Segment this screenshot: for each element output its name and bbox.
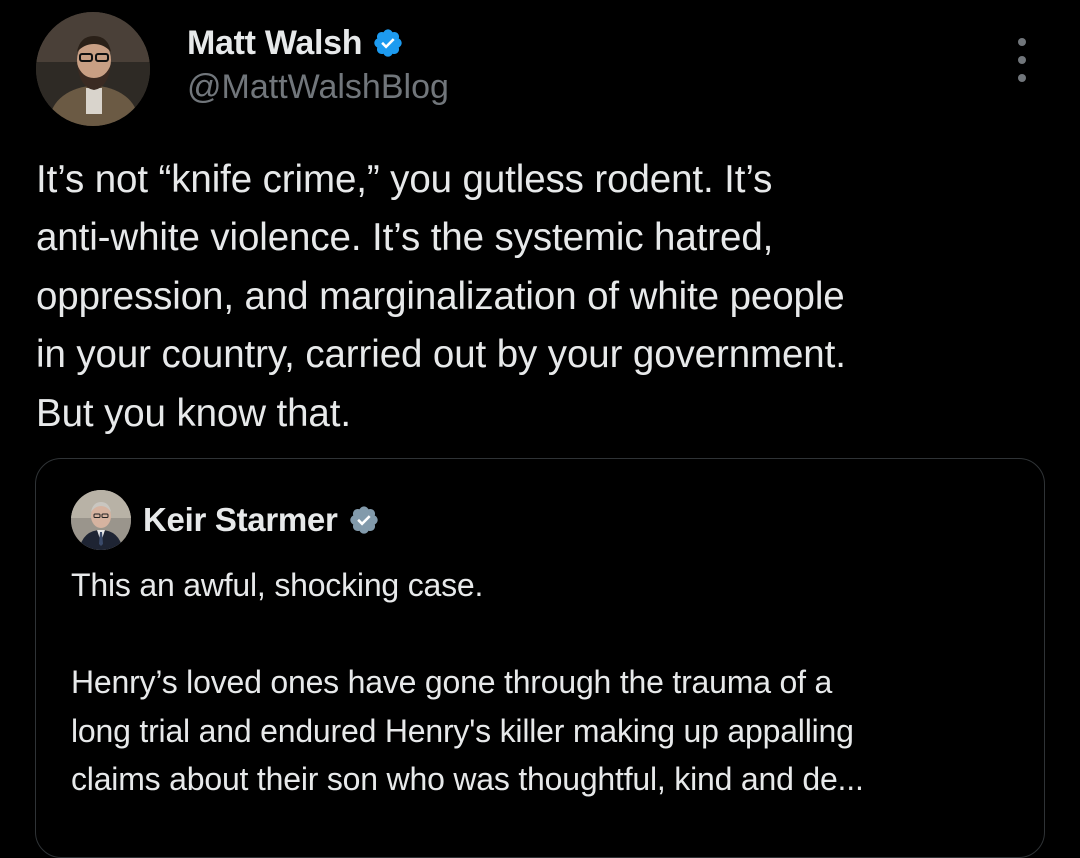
profile-photo-icon	[36, 12, 150, 126]
government-badge-icon[interactable]	[348, 504, 380, 536]
tweet: Matt Walsh @MattWalshBlog It’s not “knif…	[0, 0, 1080, 858]
author-avatar[interactable]	[36, 12, 150, 126]
more-options-dot	[1018, 38, 1026, 46]
author-name-row: Matt Walsh	[187, 20, 449, 66]
more-options-icon[interactable]	[1006, 38, 1038, 82]
author-handle[interactable]: @MattWalshBlog	[187, 68, 449, 107]
quoted-tweet[interactable]: Keir Starmer This an awful, shocking cas…	[35, 458, 1045, 858]
quoted-author-avatar[interactable]	[71, 490, 131, 550]
quoted-author-row: Keir Starmer	[143, 497, 380, 543]
tweet-text: It’s not “knife crime,” you gutless rode…	[36, 158, 846, 435]
quoted-tweet-text: This an awful, shocking case. Henry’s lo…	[71, 567, 864, 798]
author-name[interactable]: Matt Walsh	[187, 24, 362, 63]
verified-badge-icon[interactable]	[372, 27, 404, 59]
quoted-author-name[interactable]: Keir Starmer	[143, 501, 338, 539]
more-options-dot	[1018, 56, 1026, 64]
profile-photo-icon	[71, 490, 131, 550]
author-info: Matt Walsh @MattWalshBlog	[187, 20, 449, 107]
more-options-dot	[1018, 74, 1026, 82]
